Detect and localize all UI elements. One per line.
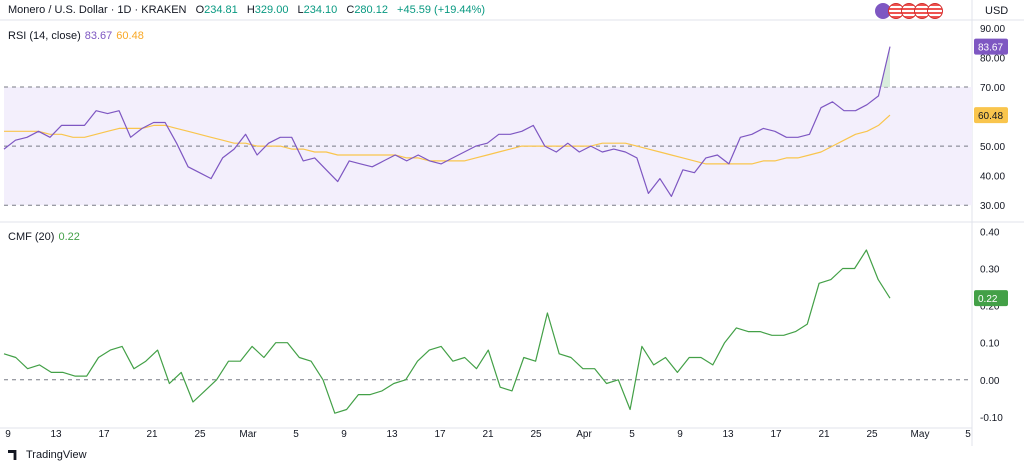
time-axis-tick: Apr bbox=[576, 429, 592, 440]
chart-canvas[interactable]: 90.0080.0070.0060.0050.0040.0030.0083.67… bbox=[0, 0, 1024, 466]
rsi-axis-tick: 40.00 bbox=[980, 172, 1005, 183]
time-axis-tick: 21 bbox=[146, 429, 158, 440]
time-axis-tick: 5 bbox=[629, 429, 635, 440]
time-axis-tick: 13 bbox=[386, 429, 398, 440]
rsi-axis-tick: 70.00 bbox=[980, 83, 1005, 94]
rsi-value-badge: 83.67 bbox=[978, 43, 1003, 54]
time-axis-tick: Mar bbox=[239, 429, 257, 440]
time-axis-tick: May bbox=[911, 429, 930, 440]
time-axis-tick: 17 bbox=[770, 429, 782, 440]
cmf-axis-tick: -0.10 bbox=[980, 413, 1003, 424]
rsi-axis-tick: 80.00 bbox=[980, 53, 1005, 64]
rsi-axis-tick: 30.00 bbox=[980, 201, 1005, 212]
time-axis-tick: 17 bbox=[434, 429, 446, 440]
cmf-axis-tick: 0.00 bbox=[980, 376, 1000, 387]
time-axis-tick: 21 bbox=[482, 429, 494, 440]
cmf-line bbox=[3, 249, 891, 414]
rsi-axis-tick: 50.00 bbox=[980, 142, 1005, 153]
time-axis-tick: 13 bbox=[50, 429, 62, 440]
rsi-axis-tick: 90.00 bbox=[980, 24, 1005, 35]
time-axis-tick: 9 bbox=[5, 429, 11, 440]
time-axis-tick: 25 bbox=[530, 429, 542, 440]
time-axis-tick: 25 bbox=[194, 429, 206, 440]
time-axis-tick: 21 bbox=[818, 429, 830, 440]
tradingview-brand[interactable]: TradingView bbox=[8, 449, 87, 461]
time-axis-tick: 5 bbox=[293, 429, 299, 440]
cmf-axis-tick: 0.40 bbox=[980, 227, 1000, 238]
brand-label: TradingView bbox=[26, 449, 87, 461]
time-axis-tick: 13 bbox=[722, 429, 734, 440]
time-axis-tick: 9 bbox=[677, 429, 683, 440]
cmf-value-badge: 0.22 bbox=[978, 294, 998, 305]
cmf-axis-tick: 0.10 bbox=[980, 339, 1000, 350]
time-axis-tick: 17 bbox=[98, 429, 110, 440]
tradingview-logo-icon bbox=[8, 450, 17, 460]
time-axis-tick: 5 bbox=[965, 429, 971, 440]
cmf-axis-tick: 0.30 bbox=[980, 265, 1000, 276]
time-axis-tick: 9 bbox=[341, 429, 347, 440]
time-axis-tick: 25 bbox=[866, 429, 878, 440]
rsi-ma-value-badge: 60.48 bbox=[978, 111, 1003, 122]
